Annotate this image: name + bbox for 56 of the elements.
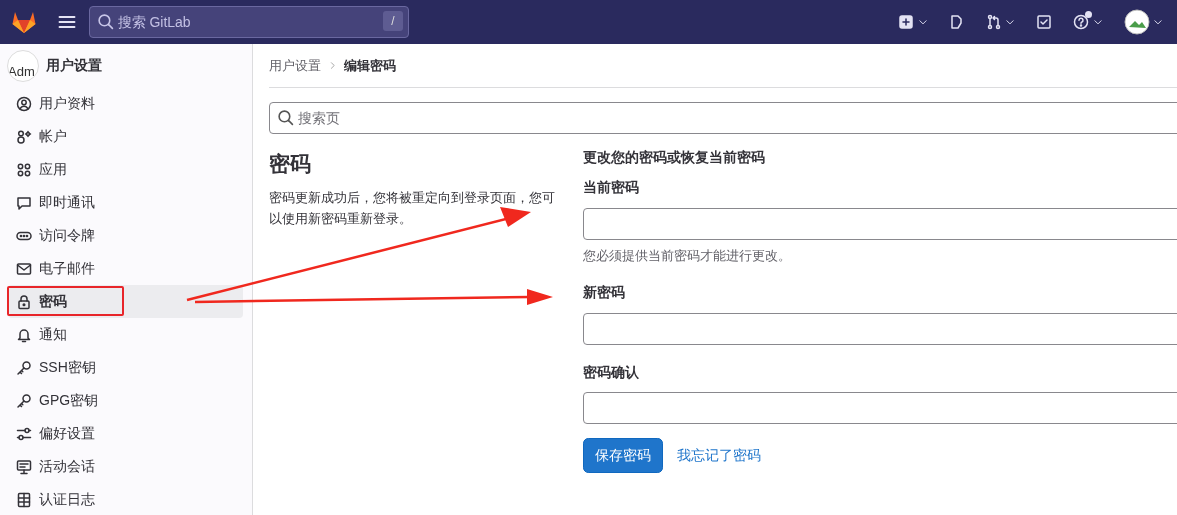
profile-icon xyxy=(16,95,32,112)
help-icon[interactable] xyxy=(1073,14,1089,30)
password-input[interactable] xyxy=(583,312,1177,345)
mail-icon xyxy=(16,260,32,277)
password-input[interactable] xyxy=(583,207,1177,240)
page-search-field[interactable]: 搜索页 xyxy=(269,102,1177,134)
todo-icon[interactable] xyxy=(1036,14,1052,30)
sidebar-item[interactable]: 帐户 xyxy=(8,120,243,153)
plus-icon[interactable] xyxy=(898,14,914,30)
breadcrumb-link[interactable]: 用户设置 xyxy=(269,55,321,76)
lock-icon xyxy=(16,293,32,310)
avatar-image: Adm xyxy=(7,49,39,82)
chevron-icon xyxy=(328,61,337,70)
caret-icon xyxy=(1005,17,1015,27)
caret-icon xyxy=(1153,17,1163,27)
person-gear-icon xyxy=(16,128,32,145)
search-icon xyxy=(277,109,294,126)
shortcut-key: / xyxy=(383,11,403,31)
caret-icon xyxy=(1092,17,1103,27)
sliders-icon xyxy=(16,425,32,442)
sidebar-item[interactable]: 应用 xyxy=(8,153,243,186)
issue-icon[interactable] xyxy=(948,14,965,30)
field-help: 您必须提供当前密码才能进行更改。 xyxy=(583,247,792,265)
monitor-icon xyxy=(16,458,32,475)
merge-request-icon[interactable] xyxy=(985,14,1002,30)
sidebar-item[interactable]: 用户资料 xyxy=(8,87,243,120)
sidebar-item[interactable]: GPG密钥 xyxy=(8,384,243,417)
sidebar-item[interactable]: 活动会话 xyxy=(8,450,243,483)
field-label: 新密码 xyxy=(583,284,626,303)
chat-icon xyxy=(16,194,32,211)
bell-icon xyxy=(16,326,32,343)
sidebar-title: 用户设置 xyxy=(46,56,102,75)
avatar-icon[interactable] xyxy=(1123,9,1150,35)
key-icon xyxy=(16,392,32,409)
field-label: 当前密码 xyxy=(583,179,640,198)
sidebar-item[interactable]: 通知 xyxy=(8,318,243,351)
sidebar-item[interactable]: 密码 xyxy=(8,285,243,318)
section-title: 密码 xyxy=(269,151,312,177)
sidebar-item[interactable]: 电子邮件 xyxy=(8,252,243,285)
caret-icon xyxy=(917,17,928,27)
password-input[interactable] xyxy=(583,391,1177,424)
sidebar-item[interactable]: 访问令牌 xyxy=(8,219,243,252)
search-icon xyxy=(96,13,114,30)
field-label: 密码确认 xyxy=(583,363,640,382)
section-description: 密码更新成功后，您将被重定向到登录页面，您可以使用新密码重新登录。 xyxy=(269,188,556,228)
form-heading: 更改您的密码或恢复当前密码 xyxy=(583,149,766,167)
sidebar-item[interactable]: 偏好设置 xyxy=(8,417,243,450)
save-button[interactable]: 保存密码 xyxy=(583,437,663,473)
breadcrumb-current: 编辑密码 xyxy=(344,56,396,75)
sidebar-item[interactable]: SSH密钥 xyxy=(8,351,243,384)
sidebar-item[interactable]: 即时通讯 xyxy=(8,186,243,219)
apps-icon xyxy=(16,161,32,178)
forgot-password-link[interactable]: 我忘记了密码 xyxy=(677,444,761,466)
key-icon xyxy=(16,359,32,376)
log-icon xyxy=(16,491,32,508)
sidebar-item[interactable]: 认证日志 xyxy=(8,483,243,515)
